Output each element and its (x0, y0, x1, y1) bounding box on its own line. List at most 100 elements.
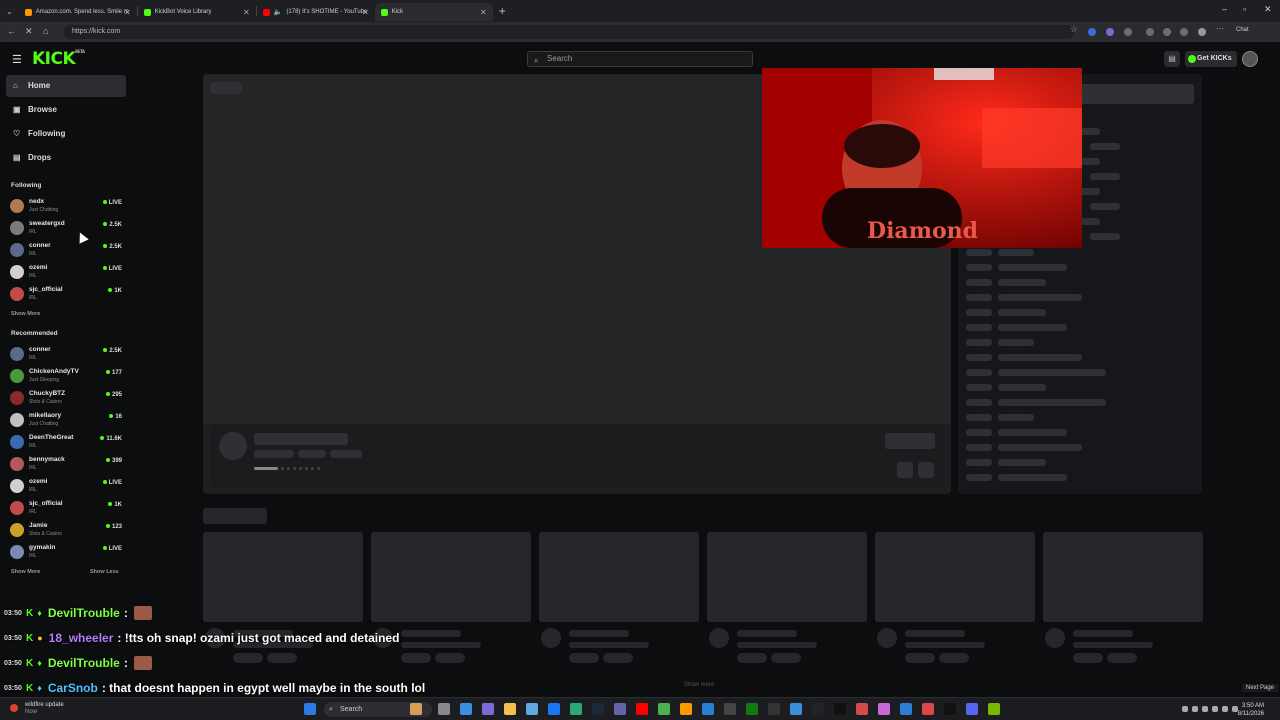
close-icon[interactable]: ✕ (362, 8, 369, 17)
sidebar-channel-gymakin[interactable]: gymakin IRL LIVE (10, 542, 122, 564)
system-clock[interactable]: 3:50 AM 8/11/2026 (1238, 702, 1264, 718)
carousel-dot[interactable] (305, 467, 308, 470)
powertoys-icon[interactable] (856, 703, 868, 715)
sidebar-channel-ozemi[interactable]: ozemi IRL LIVE (10, 262, 122, 284)
tiktok-icon[interactable] (834, 703, 846, 715)
sidebar-channel-conner[interactable]: conner IRL 2.5K (10, 344, 122, 366)
favorites-icon[interactable] (1163, 28, 1171, 36)
new-tab-icon[interactable]: + (499, 4, 506, 18)
stream-card-thumbnail[interactable] (539, 532, 699, 622)
sidebar-channel-deenthegreat[interactable]: DeenTheGreat IRL 11.6K (10, 432, 122, 454)
speaker-icon[interactable] (1202, 706, 1208, 712)
extension-icon[interactable] (1124, 28, 1132, 36)
carousel-dot[interactable] (281, 467, 284, 470)
sidebar-channel-sweatergxd[interactable]: sweatergxd IRL 2.5K (10, 218, 122, 240)
stream-card-thumbnail[interactable] (371, 532, 531, 622)
more-menu-icon[interactable]: ··· (1216, 24, 1224, 33)
close-icon[interactable]: ✕ (480, 8, 487, 17)
next-page-button[interactable]: Next Page (1242, 684, 1279, 692)
battery-icon[interactable] (1222, 706, 1228, 712)
search-input[interactable]: ⌕ Search (527, 51, 753, 67)
mic-icon[interactable] (1192, 706, 1198, 712)
nvidia-icon[interactable] (988, 703, 1000, 715)
task-view-icon[interactable] (438, 703, 450, 715)
home-icon[interactable]: ⌂ (43, 26, 48, 36)
sidebar-channel-chuckybtz[interactable]: ChuckyBTZ Slots & Casino 295 (10, 388, 122, 410)
carousel-dot[interactable] (293, 467, 296, 470)
show-less-link[interactable]: Show Less (90, 569, 119, 575)
collections-icon[interactable] (1180, 28, 1188, 36)
carousel-dot[interactable] (254, 467, 278, 470)
terminal-icon[interactable] (768, 703, 780, 715)
edge-dev-icon[interactable] (570, 703, 582, 715)
carousel-dot[interactable] (287, 467, 290, 470)
sidebar-item-home[interactable]: ⌂ Home (6, 75, 126, 97)
discord-icon[interactable] (966, 703, 978, 715)
sidebar-item-browse[interactable]: ▣ Browse (6, 99, 126, 121)
facebook-icon[interactable] (548, 703, 560, 715)
app-icon[interactable] (944, 703, 956, 715)
carousel-dot[interactable] (299, 467, 302, 470)
obs-icon[interactable] (724, 703, 736, 715)
steam-icon[interactable] (592, 703, 604, 715)
notepad-icon[interactable] (526, 703, 538, 715)
start-icon[interactable] (304, 703, 316, 715)
carousel-dots[interactable] (254, 467, 320, 470)
teams-icon[interactable] (614, 703, 626, 715)
copilot-chat-button[interactable]: Chat (1236, 27, 1262, 35)
close-icon[interactable]: ✕ (124, 8, 131, 17)
hamburger-menu-icon[interactable]: ☰ (12, 53, 22, 66)
stream-card-thumbnail[interactable] (203, 532, 363, 622)
creator-dashboard-icon[interactable]: ▤ (1164, 51, 1180, 67)
split-screen-icon[interactable] (1146, 28, 1154, 36)
user-avatar[interactable] (1242, 51, 1258, 67)
get-kicks-button[interactable]: Get KICKs (1185, 51, 1237, 67)
sidebar-item-drops[interactable]: ▤ Drops (6, 147, 126, 169)
sidebar-channel-sjc-official[interactable]: sjc_official IRL 1K (10, 498, 122, 520)
wifi-icon[interactable] (1212, 706, 1218, 712)
stream-card-thumbnail[interactable] (875, 532, 1035, 622)
sidebar-channel-jamie[interactable]: Jamie Slots & Casino 123 (10, 520, 122, 542)
tab-menu-icon[interactable]: ⌄ (6, 7, 13, 16)
music-icon[interactable] (922, 703, 934, 715)
url-field[interactable]: https://kick.com (64, 25, 1074, 39)
file-explorer-icon[interactable] (504, 703, 516, 715)
show-more-link[interactable]: Show more (684, 682, 714, 688)
browser-tab-youtube[interactable]: 🔈 (178) It's SHOTIME - YouTube ✕ (257, 3, 375, 21)
stream-card-thumbnail[interactable] (707, 532, 867, 622)
weather-widget[interactable]: wildfire update Now (10, 702, 64, 716)
sidebar-channel-mikellaory[interactable]: mikellaory Just Chatting 16 (10, 410, 122, 432)
sidebar-channel-conner[interactable]: conner IRL 2.5K (10, 240, 122, 262)
youtube-icon[interactable] (636, 703, 648, 715)
sidebar-channel-nedx[interactable]: nedx Just Chatting LIVE (10, 196, 122, 218)
stop-loading-icon[interactable]: ✕ (25, 26, 33, 37)
back-icon[interactable]: ← (7, 26, 16, 36)
vscode-icon[interactable] (702, 703, 714, 715)
browser-tab-kick[interactable]: Kick ✕ (374, 3, 493, 21)
carousel-dot[interactable] (311, 467, 314, 470)
browser-tab-amazon[interactable]: Amazon.com. Spend less. Smile m ✕ (19, 3, 137, 21)
sidebar-channel-sjc-official[interactable]: sjc_official IRL 1K (10, 284, 122, 306)
stream-card-thumbnail[interactable] (1043, 532, 1203, 622)
extension-icon[interactable] (1088, 28, 1096, 36)
paint-icon[interactable] (878, 703, 890, 715)
sidebar-channel-chickenandytv[interactable]: ChickenAndyTV Just Sleeping 177 (10, 366, 122, 388)
xbox-icon[interactable] (746, 703, 758, 715)
sidebar-channel-bennymack[interactable]: bennymack IRL 399 (10, 454, 122, 476)
bookmark-star-icon[interactable]: ☆ (1070, 25, 1078, 34)
amazon-icon[interactable] (680, 703, 692, 715)
carousel-dot[interactable] (317, 467, 320, 470)
copilot-icon[interactable] (482, 703, 494, 715)
photos-icon[interactable] (790, 703, 802, 715)
code-editor-icon[interactable] (812, 703, 824, 715)
lightning-icon[interactable] (900, 703, 912, 715)
close-icon[interactable]: ✕ (243, 8, 250, 17)
extension-icon[interactable] (1106, 28, 1114, 36)
minimize-icon[interactable]: – (1222, 4, 1227, 14)
window-close-icon[interactable]: ✕ (1264, 4, 1272, 15)
edge-icon[interactable] (460, 703, 472, 715)
dog-app-icon[interactable] (410, 703, 422, 715)
sidebar-item-following[interactable]: ♡ Following (6, 123, 126, 145)
chrome-icon[interactable] (658, 703, 670, 715)
speaker-icon[interactable]: 🔈 (274, 8, 283, 16)
